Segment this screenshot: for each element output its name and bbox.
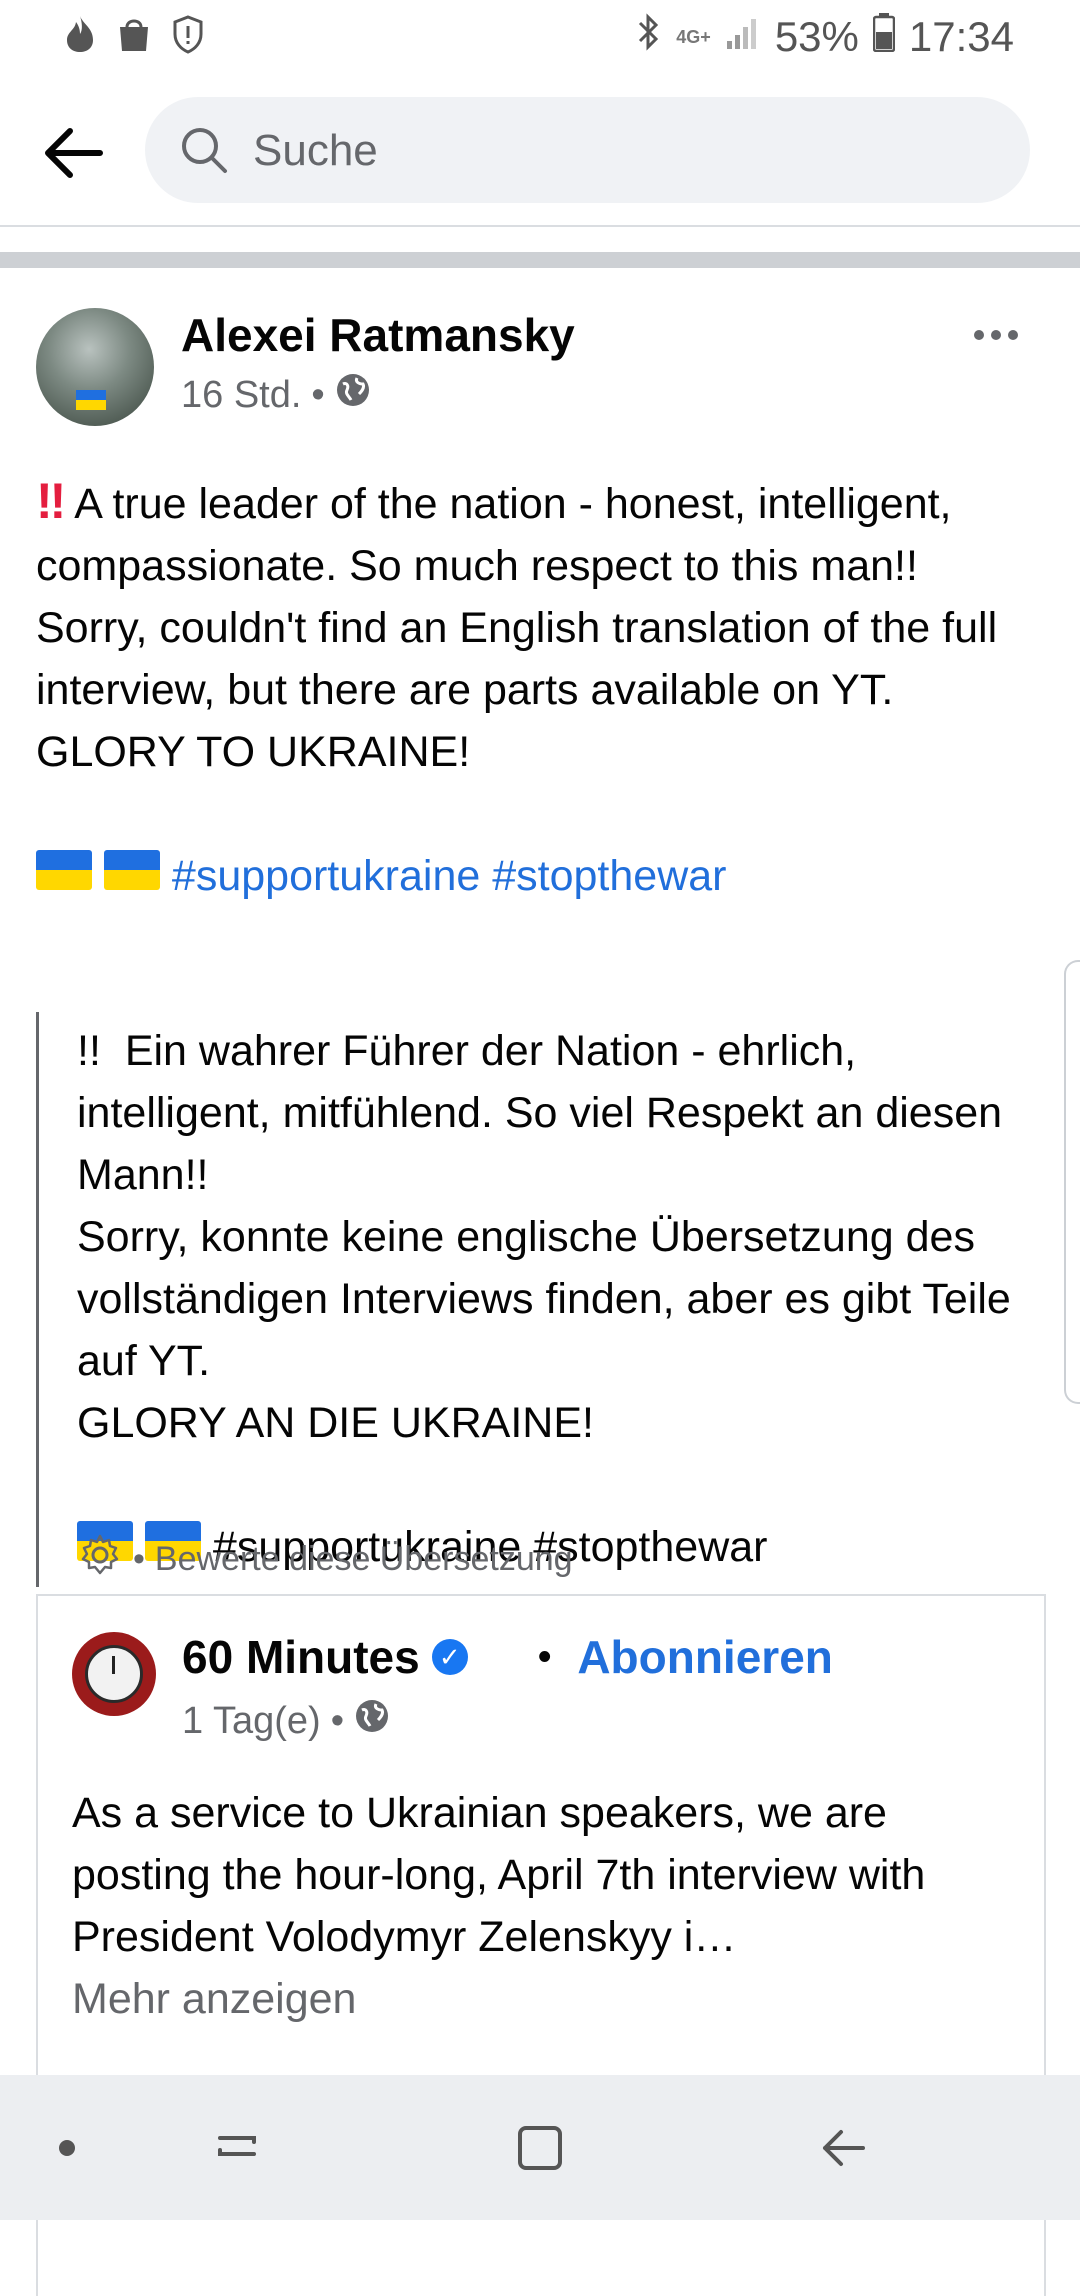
gear-icon [77,1532,123,1587]
translation-paragraph: Sorry, konnte keine englische Übersetzun… [77,1213,1011,1385]
shared-time[interactable]: 1 Tag(e) [182,1700,321,1743]
network-4g-icon: 4G+ [676,27,711,47]
search-input[interactable] [251,97,995,205]
double-exclamation-icon: ‼ [36,473,67,529]
bluetooth-icon [636,12,662,62]
shopping-bag-icon [116,14,152,54]
ukraine-flag-icon [103,850,160,890]
status-right: 4G+ 53% 17:34 [636,12,1014,62]
home-button[interactable] [505,2113,575,2183]
post-paragraph: Sorry, couldn't find an English translat… [36,604,998,714]
subscribe-button[interactable]: Abonnieren [577,1630,833,1684]
ukraine-flag-icon [76,390,106,410]
home-square-icon [518,2126,562,2170]
page-avatar[interactable] [72,1632,156,1716]
more-options-button[interactable] [966,320,1026,350]
system-nav-bar [0,2075,1080,2220]
post-text: ‼ A true leader of the nation - honest, i… [36,470,1046,907]
shield-alert-icon [170,14,206,54]
author-avatar[interactable] [36,308,154,426]
ukraine-flags [36,797,92,837]
shared-page-name[interactable]: 60 Minutes ✓ [182,1630,468,1684]
shared-text: As a service to Ukrainian speakers, we a… [72,1789,926,2023]
globe-icon [335,372,371,418]
post-time[interactable]: 16 Std. [181,374,301,417]
globe-icon [354,1698,390,1744]
translation-hashtag-line [77,1454,1037,1516]
ukraine-flag-icon [36,797,92,837]
battery-icon [872,12,896,62]
status-left-icons [62,14,206,54]
translation-paragraph: !! Ein wahrer Führer der Nation - ehrlic… [77,1027,1003,1199]
ukraine-flags [77,1468,133,1508]
translation-block: !! Ein wahrer Führer der Nation - ehrlic… [36,1012,1039,1587]
separator-dot: • [311,373,325,416]
shared-meta: 1 Tag(e) • [182,1698,390,1744]
subscribe-area: • Abonnieren [538,1630,833,1684]
post-paragraph: GLORY TO UKRAINE! [36,728,471,776]
ukraine-flag-icon [36,850,92,890]
post-paragraph: ‼ A true leader of the nation - honest, i… [36,473,952,590]
arrow-left-icon [45,128,103,178]
post-meta: 16 Std. • [181,372,371,418]
ukraine-flag-icon [77,1468,133,1508]
flame-icon [62,14,98,54]
verified-badge-icon: ✓ [431,1639,468,1675]
separator-dot: • [538,1635,552,1678]
recent-apps-icon [218,2136,256,2156]
rate-translation[interactable]: • Bewerte diese Übersetzung [77,1532,573,1587]
rate-translation-label[interactable]: Bewerte diese Übersetzung [155,1540,573,1579]
recents-button[interactable] [203,2113,273,2183]
back-system-button[interactable] [808,2113,878,2183]
translation-paragraph: GLORY AN DIE UKRAINE! [77,1399,594,1447]
search-header [0,75,1080,227]
clock-time: 17:34 [908,13,1014,60]
search-icon [179,125,229,175]
post-hashtag-line [36,783,1046,845]
post-author[interactable]: Alexei Ratmansky [181,308,575,362]
translation-text: !! Ein wahrer Führer der Nation - ehrlic… [77,1020,1037,1578]
back-button[interactable] [36,117,108,189]
status-bar: 4G+ 53% 17:34 [0,0,1080,75]
side-drawer-handle[interactable] [1064,960,1080,1404]
nav-dot-indicator [59,2140,75,2156]
back-arrow-icon [823,2130,865,2166]
stopwatch-icon [85,1645,143,1703]
battery-percent: 53% [774,13,859,60]
separator-dot: • [133,1540,145,1578]
search-bar[interactable] [145,97,1030,205]
section-divider [0,252,1080,268]
post-hashtags[interactable]: #supportukraine #stopthewar [172,852,727,900]
signal-icon [725,13,761,61]
separator-dot: • [330,1699,345,1742]
see-more-link[interactable]: Mehr anzeigen [72,1975,356,2023]
post-header: Alexei Ratmansky 16 Std. • [0,300,1080,430]
